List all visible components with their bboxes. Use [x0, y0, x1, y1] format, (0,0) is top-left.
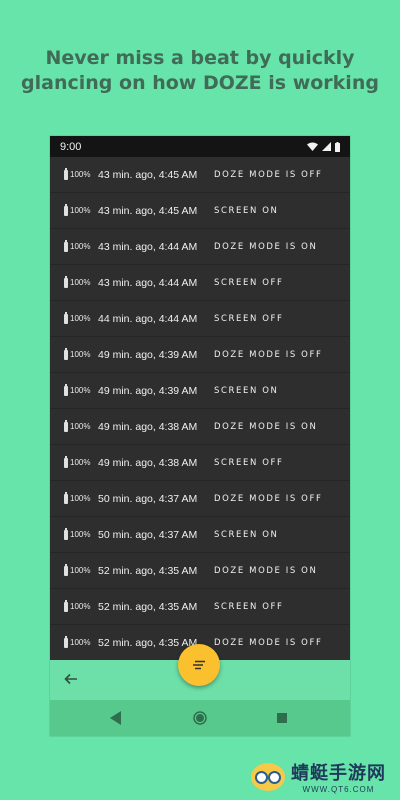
event-time: 49 min. ago, 4:39 AM — [98, 348, 198, 361]
battery-icon — [335, 141, 340, 152]
nav-recents-icon[interactable] — [277, 713, 287, 723]
log-row[interactable]: 100% 52 min. ago, 4:35 AM SCREEN OFF — [50, 589, 350, 625]
battery-level: 100% — [70, 206, 91, 215]
event-label: SCREEN ON — [214, 385, 279, 396]
watermark-url: WWW.QT6.COM — [302, 785, 375, 794]
battery-level: 100% — [70, 278, 91, 287]
battery-icon — [64, 275, 68, 288]
battery-level: 100% — [70, 242, 91, 251]
battery-level: 100% — [70, 602, 91, 611]
log-row[interactable]: 100% 49 min. ago, 4:38 AM DOZE MODE IS ON — [50, 409, 350, 445]
battery-icon — [64, 167, 68, 180]
event-label: SCREEN OFF — [214, 457, 284, 468]
event-label: DOZE MODE IS ON — [214, 565, 318, 576]
battery-icon — [64, 419, 68, 432]
event-time: 43 min. ago, 4:44 AM — [98, 240, 198, 253]
event-time: 49 min. ago, 4:39 AM — [98, 384, 198, 397]
dragonfly-logo-icon — [251, 762, 285, 791]
battery-level: 100% — [70, 566, 91, 575]
log-row[interactable]: 100% 43 min. ago, 4:44 AM DOZE MODE IS ON — [50, 229, 350, 265]
event-time: 49 min. ago, 4:38 AM — [98, 456, 198, 469]
watermark: 蜻蜓手游网 WWW.QT6.COM — [251, 759, 386, 794]
battery-level: 100% — [70, 350, 91, 359]
log-row[interactable]: 100% 49 min. ago, 4:39 AM DOZE MODE IS OFF — [50, 337, 350, 373]
battery-icon — [64, 491, 68, 504]
battery-level: 100% — [70, 422, 91, 431]
log-row[interactable]: 100% 49 min. ago, 4:39 AM SCREEN ON — [50, 373, 350, 409]
event-time: 52 min. ago, 4:35 AM — [98, 600, 198, 613]
battery-level: 100% — [70, 638, 91, 647]
event-time: 43 min. ago, 4:45 AM — [98, 168, 198, 181]
status-bar: 9:00 — [50, 136, 350, 157]
log-row[interactable]: 100% 52 min. ago, 4:35 AM DOZE MODE IS ON — [50, 553, 350, 589]
battery-level: 100% — [70, 170, 91, 179]
sort-fab-button[interactable] — [178, 644, 220, 686]
event-label: DOZE MODE IS ON — [214, 241, 318, 252]
event-label: SCREEN OFF — [214, 313, 284, 324]
battery-icon — [64, 599, 68, 612]
battery-icon — [64, 311, 68, 324]
nav-back-icon[interactable] — [110, 711, 122, 725]
log-row[interactable]: 100% 44 min. ago, 4:44 AM SCREEN OFF — [50, 301, 350, 337]
log-row[interactable]: 100% 43 min. ago, 4:45 AM SCREEN ON — [50, 193, 350, 229]
wifi-icon — [307, 142, 318, 151]
event-label: DOZE MODE IS OFF — [214, 169, 323, 180]
battery-icon — [64, 455, 68, 468]
battery-icon — [64, 203, 68, 216]
event-time: 49 min. ago, 4:38 AM — [98, 420, 198, 433]
event-time: 52 min. ago, 4:35 AM — [98, 564, 198, 577]
log-row[interactable]: 100% 49 min. ago, 4:38 AM SCREEN OFF — [50, 445, 350, 481]
event-time: 43 min. ago, 4:44 AM — [98, 276, 198, 289]
battery-level: 100% — [70, 458, 91, 467]
battery-level: 100% — [70, 314, 91, 323]
event-time: 50 min. ago, 4:37 AM — [98, 528, 198, 541]
system-nav-bar — [50, 700, 350, 736]
arrow-back-icon[interactable] — [64, 672, 78, 686]
event-label: SCREEN OFF — [214, 277, 284, 288]
event-label: DOZE MODE IS OFF — [214, 637, 323, 648]
headline: Never miss a beat by quickly glancing on… — [21, 47, 379, 94]
event-time: 43 min. ago, 4:45 AM — [98, 204, 198, 217]
status-icons — [307, 141, 340, 152]
battery-level: 100% — [70, 494, 91, 503]
battery-icon — [64, 635, 68, 648]
event-label: DOZE MODE IS ON — [214, 421, 318, 432]
log-row[interactable]: 100% 50 min. ago, 4:37 AM DOZE MODE IS OFF — [50, 481, 350, 517]
event-label: SCREEN ON — [214, 529, 279, 540]
log-list[interactable]: 100% 43 min. ago, 4:45 AM DOZE MODE IS OFF… — [50, 157, 350, 661]
battery-icon — [64, 527, 68, 540]
log-row[interactable]: 100% 43 min. ago, 4:45 AM DOZE MODE IS OFF — [50, 157, 350, 193]
nav-home-icon[interactable] — [193, 711, 207, 725]
battery-icon — [64, 383, 68, 396]
event-label: DOZE MODE IS OFF — [214, 349, 323, 360]
battery-icon — [64, 563, 68, 576]
signal-icon — [322, 142, 331, 151]
event-time: 50 min. ago, 4:37 AM — [98, 492, 198, 505]
status-time: 9:00 — [60, 140, 82, 153]
battery-level: 100% — [70, 386, 91, 395]
battery-level: 100% — [70, 530, 91, 539]
event-label: DOZE MODE IS OFF — [214, 493, 323, 504]
event-label: SCREEN ON — [214, 205, 279, 216]
log-row[interactable]: 100% 50 min. ago, 4:37 AM SCREEN ON — [50, 517, 350, 553]
event-label: SCREEN OFF — [214, 601, 284, 612]
watermark-title: 蜻蜓手游网 — [291, 763, 386, 784]
sort-lines-icon — [193, 660, 205, 670]
event-time: 44 min. ago, 4:44 AM — [98, 312, 198, 325]
watermark-text: 蜻蜓手游网 WWW.QT6.COM — [291, 759, 386, 794]
log-row[interactable]: 100% 43 min. ago, 4:44 AM SCREEN OFF — [50, 265, 350, 301]
battery-icon — [64, 347, 68, 360]
battery-icon — [64, 239, 68, 252]
